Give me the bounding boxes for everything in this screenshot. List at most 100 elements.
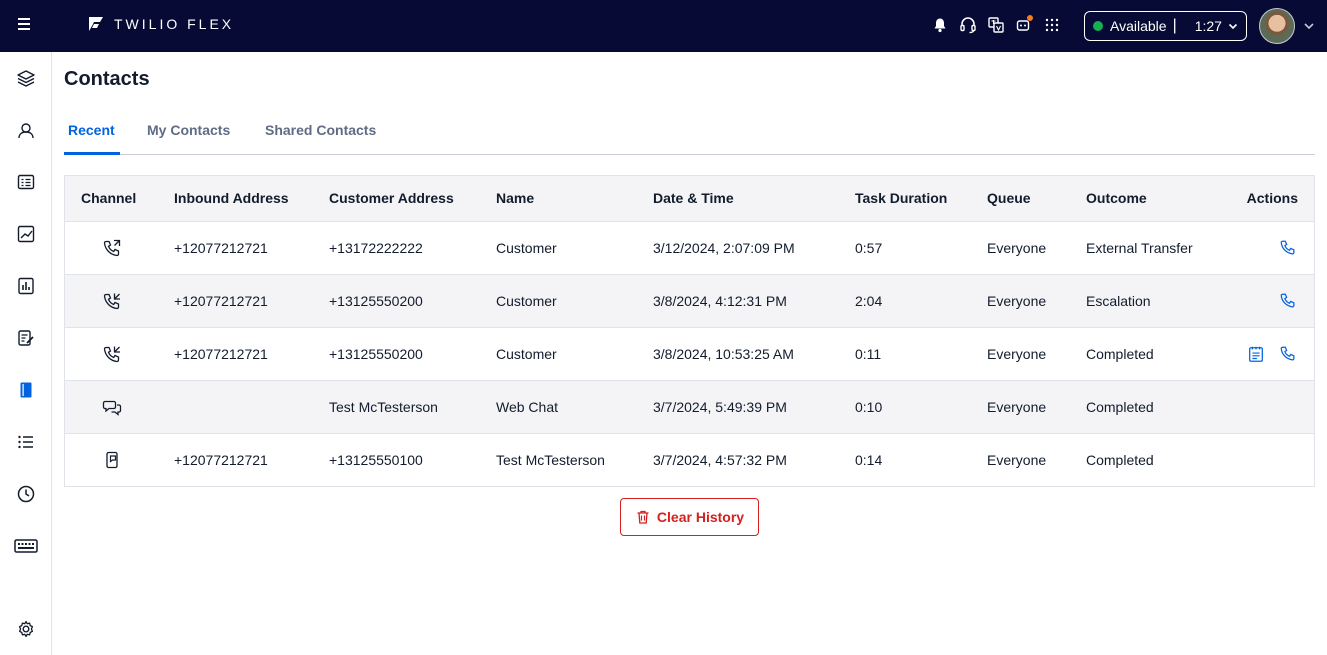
table-row: +12077212721 +13125550100 Test McTesters… [65, 433, 1314, 486]
contact-name: Customer [496, 292, 557, 309]
header-inbound-address: Inbound Address [174, 190, 289, 207]
table-row: +12077212721 +13172222222 Customer 3/12/… [65, 221, 1314, 274]
date-time: 3/8/2024, 10:53:25 AM [653, 345, 794, 362]
chevron-down-icon [1228, 23, 1238, 30]
customer-address: +13172222222 [329, 239, 423, 256]
call-back-icon[interactable] [1278, 291, 1298, 311]
clear-history-button[interactable]: Clear History [620, 498, 759, 536]
task-duration: 0:11 [855, 345, 882, 362]
queues-stats-icon[interactable] [14, 170, 38, 194]
translate-icon[interactable] [986, 14, 1006, 36]
call-back-icon[interactable] [1278, 344, 1298, 364]
top-bar: TWILIO FLEX Available | 1:27 [0, 0, 1327, 52]
queue: Everyone [987, 345, 1047, 362]
task-duration: 2:04 [855, 292, 883, 309]
date-time: 3/8/2024, 4:12:31 PM [653, 292, 787, 309]
inbound-address: +12077212721 [174, 451, 268, 468]
recent-contacts-table: Channel Inbound Address Customer Address… [64, 175, 1315, 487]
task-duration: 0:14 [855, 451, 883, 468]
outcome: External Transfer [1086, 239, 1193, 256]
inbound-call-icon [103, 346, 120, 362]
status-timer: 1:27 [1194, 18, 1222, 34]
queue: Everyone [987, 292, 1047, 309]
header-customer-address: Customer Address [329, 190, 454, 207]
outcome: Completed [1086, 345, 1154, 362]
trash-icon [637, 510, 649, 524]
active-tab-indicator [64, 152, 120, 155]
page-title: Contacts [64, 68, 150, 90]
tab-recent[interactable]: Recent [68, 122, 115, 138]
queue: Everyone [987, 239, 1047, 256]
headset-icon[interactable] [958, 14, 978, 36]
date-time: 3/7/2024, 5:49:39 PM [653, 398, 787, 415]
activity-status-selector[interactable]: Available | 1:27 [1084, 11, 1247, 41]
layers-icon[interactable] [14, 66, 38, 90]
outcome: Completed [1086, 398, 1154, 415]
header-date-time: Date & Time [653, 190, 734, 207]
flex-logo-icon [89, 17, 103, 31]
settings-gear-icon[interactable] [14, 617, 38, 641]
outcome: Escalation [1086, 292, 1151, 309]
customer-address: Test McTesterson [329, 398, 438, 415]
customer-address: +13125550200 [329, 292, 423, 309]
dashboards-icon[interactable] [14, 274, 38, 298]
tab-shared-contacts[interactable]: Shared Contacts [265, 122, 376, 138]
bell-icon[interactable] [930, 14, 950, 36]
header-outcome: Outcome [1086, 190, 1147, 207]
outcome: Completed [1086, 451, 1154, 468]
clear-history-label: Clear History [656, 509, 745, 525]
status-label: Available [1110, 18, 1167, 34]
call-back-icon[interactable] [1278, 238, 1298, 258]
contact-name: Customer [496, 239, 557, 256]
header-channel: Channel [81, 190, 137, 207]
header-name: Name [496, 190, 535, 207]
sms-icon [106, 451, 118, 468]
notes-icon[interactable] [1246, 344, 1266, 364]
apps-grid-icon[interactable] [1042, 14, 1062, 36]
clock-icon[interactable] [14, 482, 38, 506]
brand: TWILIO FLEX [88, 16, 234, 32]
outbound-call-icon [103, 239, 121, 256]
keyboard-icon[interactable] [14, 534, 38, 558]
user-avatar[interactable] [1259, 8, 1295, 44]
customer-address: +13125550200 [329, 345, 423, 362]
contacts-tabs: Recent My Contacts Shared Contacts [64, 112, 1315, 155]
header-task-duration: Task Duration [855, 190, 948, 207]
header-queue: Queue [987, 190, 1031, 207]
web-chat-icon [102, 400, 122, 416]
quality-management-icon[interactable] [14, 326, 38, 350]
status-separator: | [1172, 17, 1177, 34]
agent-desktop-icon[interactable] [14, 118, 38, 142]
analytics-icon[interactable] [14, 222, 38, 246]
contact-name: Web Chat [496, 398, 558, 415]
hamburger-menu-icon[interactable] [18, 18, 34, 34]
agent-assist-icon[interactable] [1014, 14, 1034, 36]
inbound-address: +12077212721 [174, 345, 268, 362]
inbound-address: +12077212721 [174, 239, 268, 256]
customer-address: +13125550100 [329, 451, 423, 468]
list-icon[interactable] [14, 430, 38, 454]
queue: Everyone [987, 451, 1047, 468]
top-icons [930, 14, 1062, 36]
date-time: 3/12/2024, 2:07:09 PM [653, 239, 795, 256]
inbound-call-icon [103, 293, 120, 309]
available-status-dot [1093, 21, 1103, 31]
contacts-book-icon[interactable] [14, 378, 38, 402]
table-row: Test McTesterson Web Chat 3/7/2024, 5:49… [65, 380, 1314, 433]
header-actions: Actions [1246, 190, 1298, 207]
user-menu-chevron-icon[interactable] [1303, 20, 1315, 32]
table-row: +12077212721 +13125550200 Customer 3/8/2… [65, 327, 1314, 380]
brand-name: TWILIO FLEX [114, 16, 235, 32]
contact-name: Customer [496, 345, 557, 362]
inbound-address [174, 380, 329, 433]
task-duration: 0:57 [855, 239, 883, 256]
table-header-row: Channel Inbound Address Customer Address… [65, 176, 1314, 221]
task-duration: 0:10 [855, 398, 883, 415]
inbound-address: +12077212721 [174, 292, 268, 309]
side-nav [0, 52, 52, 655]
date-time: 3/7/2024, 4:57:32 PM [653, 451, 787, 468]
contact-name: Test McTesterson [496, 451, 605, 468]
notification-dot [1027, 15, 1033, 21]
tab-my-contacts[interactable]: My Contacts [147, 122, 230, 138]
queue: Everyone [987, 398, 1047, 415]
